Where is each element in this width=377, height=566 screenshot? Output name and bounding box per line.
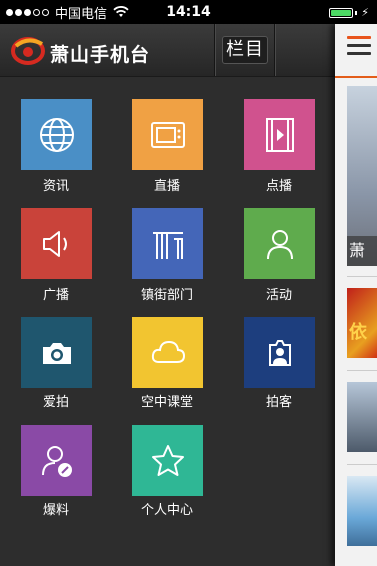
tile-reporter[interactable] [244,317,315,388]
camera-person-icon [268,339,291,366]
camera-icon [42,342,71,364]
tile-photo[interactable] [21,317,92,388]
tile-label: 点播 [265,179,292,194]
film-icon [265,117,294,152]
menu-icon[interactable] [347,36,371,56]
tile-label: 爆料 [42,503,69,518]
panel-accent-line [335,76,377,78]
carrier-name: 中国电信 [55,6,108,22]
tile-vod[interactable] [244,99,315,170]
user-edit-icon [41,445,72,477]
person-icon [266,229,293,259]
tv-icon [150,121,185,148]
panel-divider [347,276,377,277]
battery-icon: ⚡ [329,6,369,19]
tile-live[interactable] [132,99,203,170]
tile-label: 爱拍 [42,395,69,410]
tile-activities[interactable] [244,208,315,279]
panel-divider [347,464,377,465]
panel-divider [347,370,377,371]
thumbnail-text: 依 [349,322,367,343]
header-divider [214,24,215,76]
news-thumbnail[interactable] [347,382,377,452]
thumbnail-caption: 萧 [347,236,377,266]
app-header: 萧山手机台 栏目 [0,24,335,77]
header-divider [274,24,275,76]
menu-grid: 资讯 直播 点播 广播 镇街部门 活动 爱拍 空中课堂 拍客 爆料 个人中心 [0,77,335,566]
speaker-icon [42,230,67,257]
tile-label: 空中课堂 [140,395,193,410]
column-button[interactable]: 栏目 [222,36,268,64]
tile-personal-center[interactable] [132,425,203,496]
building-icon [152,231,183,259]
tile-tip-off[interactable] [21,425,92,496]
app-title: 萧山手机台 [50,44,151,66]
star-icon [151,444,184,476]
signal-strength-icon [6,8,49,16]
cloud-icon [151,340,185,363]
globe-icon [39,117,74,152]
charging-icon: ⚡ [361,6,369,19]
tile-news[interactable] [21,99,92,170]
content-panel[interactable]: 萧 依 [335,24,377,566]
wifi-icon [113,6,129,17]
tile-label: 广播 [42,288,69,303]
tile-departments[interactable] [132,208,203,279]
news-thumbnail[interactable]: 依 [347,288,377,358]
tile-sky-classroom[interactable] [132,317,203,388]
tile-label: 镇街部门 [140,288,193,303]
tile-radio[interactable] [21,208,92,279]
tile-label: 拍客 [265,395,292,410]
tile-label: 个人中心 [140,503,193,518]
status-bar: 中国电信 14:14 ⚡ [0,0,377,24]
news-thumbnail[interactable] [347,476,377,546]
tile-label: 直播 [153,179,180,194]
news-thumbnail[interactable]: 萧 [347,86,377,266]
tile-label: 活动 [265,288,292,303]
tile-label: 资讯 [42,179,69,194]
app-logo-icon [11,37,45,65]
